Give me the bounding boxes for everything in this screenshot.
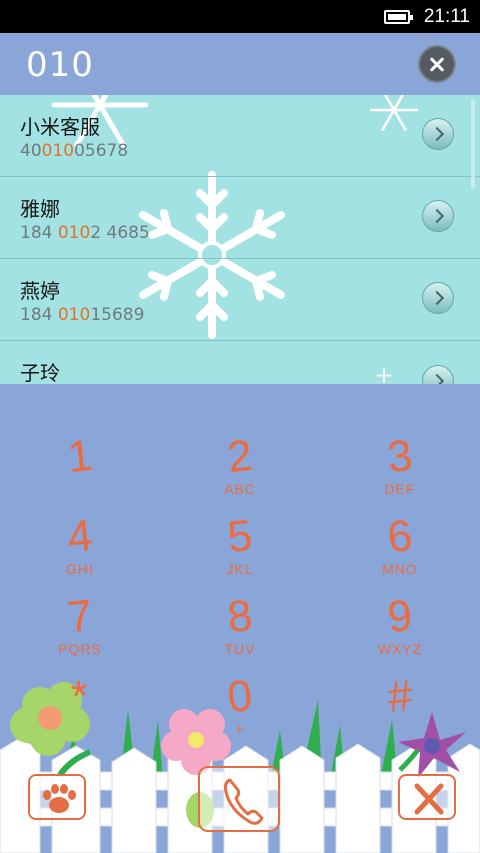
contacts-button[interactable] [28, 774, 86, 820]
contact-name: 小米客服 [20, 115, 100, 139]
key-5[interactable]: 5 JKL [160, 506, 320, 586]
contact-detail-button[interactable] [422, 365, 454, 384]
key-digit: 5 [225, 510, 255, 563]
dialed-number-bar: 010 [0, 33, 480, 95]
contact-row[interactable]: 燕婷 184 01015689 [0, 259, 480, 341]
scrollbar[interactable] [471, 99, 475, 189]
contact-name: 燕婷 [20, 279, 60, 303]
key-digit: 1 [65, 430, 95, 483]
key-digit: # [385, 670, 415, 723]
key-0[interactable]: 0 + [160, 666, 320, 746]
contact-results-list[interactable]: 小米客服 4001005678 雅娜 184 0102 4685 燕婷 184 … [0, 95, 480, 384]
key-digit: 3 [385, 430, 415, 483]
dialed-number: 010 [26, 45, 94, 85]
key-digit: 7 [65, 590, 95, 643]
battery-icon [384, 10, 413, 24]
key-8[interactable]: 8 TUV [160, 586, 320, 666]
contact-detail-button[interactable] [422, 282, 454, 314]
phone-icon [224, 778, 264, 825]
key-digit: * [68, 671, 92, 722]
key-4[interactable]: 4 GHI [0, 506, 160, 586]
contact-row[interactable]: 小米客服 4001005678 [0, 95, 480, 177]
key-1[interactable]: 1 [0, 426, 160, 506]
contact-row[interactable]: 雅娜 184 0102 4685 [0, 177, 480, 259]
contact-name: 雅娜 [20, 197, 60, 221]
status-time: 21:11 [423, 6, 470, 27]
contact-number: 184 01015689 [20, 305, 145, 325]
key-star[interactable]: * [0, 666, 160, 746]
backspace-x-icon [414, 783, 444, 815]
contact-detail-button[interactable] [422, 200, 454, 232]
paw-icon [43, 784, 76, 813]
key-digit: 4 [65, 510, 95, 563]
key-digit: 2 [225, 430, 255, 483]
status-bar: 21:11 [0, 0, 480, 33]
key-hash[interactable]: # [320, 666, 480, 746]
contact-name: 子玲 [20, 361, 60, 384]
key-2[interactable]: 2 ABC [160, 426, 320, 506]
contact-number: 184 0102 4685 [20, 223, 150, 243]
contact-number: 4001005678 [20, 141, 129, 161]
key-digit: 8 [225, 590, 255, 643]
key-digit: 9 [385, 590, 415, 643]
key-7[interactable]: 7 PQRS [0, 586, 160, 666]
key-3[interactable]: 3 DEF [320, 426, 480, 506]
call-button[interactable] [198, 766, 280, 832]
key-9[interactable]: 9 WXYZ [320, 586, 480, 666]
key-6[interactable]: 6 MNO [320, 506, 480, 586]
key-digit: 0 [225, 670, 255, 723]
contact-row[interactable]: 子玲 [0, 341, 480, 384]
clear-number-button[interactable] [418, 45, 456, 83]
contact-detail-button[interactable] [422, 118, 454, 150]
delete-button[interactable] [398, 774, 456, 820]
key-digit: 6 [385, 510, 415, 563]
